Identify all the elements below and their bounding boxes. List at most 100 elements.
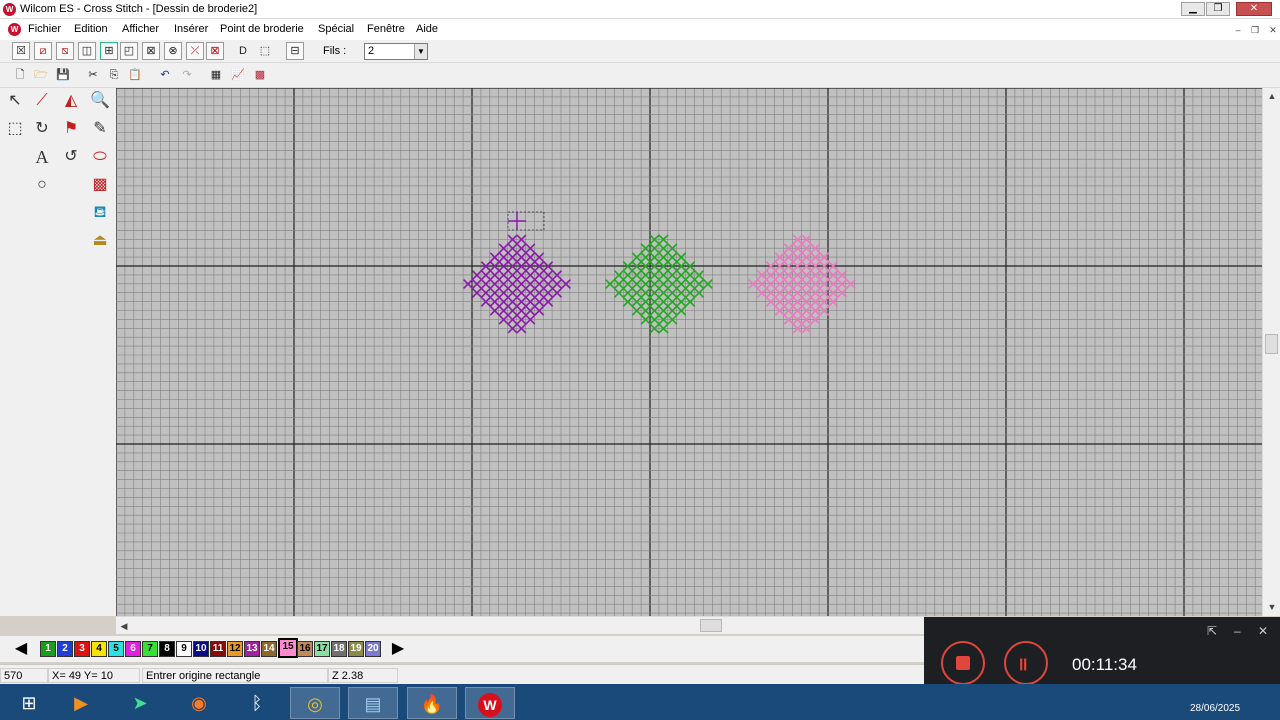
stop-record-button[interactable] — [941, 641, 985, 685]
quarter-stitch-c-icon[interactable]: ◰ — [120, 42, 138, 60]
color-swatch-1[interactable]: 1 — [40, 641, 56, 657]
color-swatch-4[interactable]: 4 — [91, 641, 107, 657]
menu-special[interactable]: Spécial — [318, 23, 354, 35]
palette-prev-icon[interactable]: ◀ — [10, 639, 32, 659]
color-swatch-5[interactable]: 5 — [108, 641, 124, 657]
new-file-icon[interactable]: 🗋 — [11, 66, 29, 84]
needle-icon[interactable]: ⟋ — [31, 90, 53, 112]
pause-record-button[interactable]: ॥ — [1004, 641, 1048, 685]
color-swatch-10[interactable]: 10 — [193, 641, 209, 657]
fils-select[interactable]: 2 ▼ — [364, 43, 428, 60]
scroll-down-arrow-icon[interactable]: ▼ — [1264, 599, 1280, 615]
stitch-grid[interactable] — [116, 88, 1262, 616]
color-swatch-14[interactable]: 14 — [261, 641, 277, 657]
text-tool-icon[interactable]: A — [31, 146, 53, 168]
undo-icon[interactable]: ↶ — [156, 66, 174, 84]
color-swatch-17[interactable]: 17 — [314, 641, 330, 657]
lasso-select-icon[interactable]: ⬚ — [4, 118, 26, 140]
half-cross-b-icon[interactable]: ⧅ — [56, 42, 74, 60]
window-minimize-button[interactable]: ▁ — [1181, 2, 1205, 16]
eraser-icon[interactable]: ⬭ — [89, 146, 111, 168]
paste-icon[interactable]: 📋 — [126, 66, 144, 84]
document-logo-icon[interactable]: W — [8, 23, 21, 36]
horizontal-scrollbar[interactable]: ◀ — [116, 616, 924, 634]
color-swatch-3[interactable]: 3 — [74, 641, 90, 657]
start-button-icon[interactable]: ⊞ — [4, 687, 54, 719]
file-explorer-icon[interactable]: ▤ — [348, 687, 398, 719]
grid-icon[interactable]: ▦ — [207, 66, 225, 84]
firefox-icon[interactable]: ◉ — [174, 687, 224, 719]
color-swatch-19[interactable]: 19 — [348, 641, 364, 657]
chrome-icon[interactable]: ◎ — [290, 687, 340, 719]
redo-icon[interactable]: ↷ — [178, 66, 196, 84]
backstitch-icon[interactable]: ⊠ — [206, 42, 224, 60]
loop-icon[interactable]: ↺ — [60, 146, 82, 168]
save-icon[interactable]: 💾 — [54, 66, 72, 84]
mdi-restore-button[interactable]: ❐ — [1248, 24, 1262, 36]
wilcom-app-icon[interactable]: W — [465, 687, 515, 719]
circle-tool-icon[interactable]: ○ — [31, 174, 53, 196]
palette-next-icon[interactable]: ▶ — [387, 639, 409, 659]
color-swatch-12[interactable]: 12 — [227, 641, 243, 657]
horizontal-scroll-thumb[interactable] — [700, 619, 722, 632]
full-cross-stitch-icon[interactable]: ☒ — [12, 42, 30, 60]
quarter-stitch-b-icon[interactable]: ⊞ — [100, 42, 118, 60]
mirror-icon[interactable]: ◭ — [60, 90, 82, 112]
color-swatch-9[interactable]: 9 — [176, 641, 192, 657]
rotate-icon[interactable]: ↻ — [31, 118, 53, 140]
three-quarter-stitch-icon[interactable]: ⊠ — [142, 42, 160, 60]
color-swatch-16[interactable]: 16 — [297, 641, 313, 657]
pencil-icon[interactable]: ✎ — [89, 118, 111, 140]
app-arrow-icon[interactable]: ➤ — [115, 687, 165, 719]
cut-icon[interactable]: ✂ — [84, 66, 102, 84]
half-cross-stitch-icon[interactable]: ⧄ — [34, 42, 52, 60]
window-maximize-button[interactable]: ❐ — [1206, 2, 1230, 16]
zoom-icon[interactable]: 🔍 — [89, 90, 111, 112]
quarter-stitch-icon[interactable]: ◫ — [78, 42, 96, 60]
three-quarter-b-icon[interactable]: ⊗ — [164, 42, 182, 60]
color-swatch-6[interactable]: 6 — [125, 641, 141, 657]
mdi-minimize-button[interactable]: – — [1231, 24, 1245, 36]
copy-icon[interactable]: ⎘ — [105, 66, 123, 84]
flag-icon[interactable]: ⚑ — [60, 118, 82, 140]
color-swatch-13[interactable]: 13 — [244, 641, 260, 657]
paint-bucket-icon[interactable]: ⛾ — [89, 202, 111, 224]
color-swatch-20[interactable]: 20 — [365, 641, 381, 657]
bead-icon[interactable]: ⬚ — [256, 42, 274, 60]
pattern-icon[interactable]: ▩ — [251, 66, 269, 84]
open-folder-icon[interactable]: 🗁 — [32, 66, 50, 84]
popout-icon[interactable]: ⇱ — [1207, 624, 1217, 638]
vertical-scrollbar[interactable]: ▲ ▼ — [1262, 88, 1280, 616]
color-swatch-2[interactable]: 2 — [57, 641, 73, 657]
chart-icon[interactable]: 📈 — [229, 66, 247, 84]
color-swatch-7[interactable]: 7 — [142, 641, 158, 657]
menu-aide[interactable]: Aide — [416, 23, 438, 35]
scroll-left-arrow-icon[interactable]: ◀ — [116, 618, 132, 634]
recorder-minimize-icon[interactable]: – — [1234, 624, 1241, 638]
select-arrow-icon[interactable]: ↖ — [4, 90, 26, 112]
recorder-close-icon[interactable]: ✕ — [1258, 624, 1268, 638]
color-swatch-15[interactable]: 15 — [278, 638, 298, 658]
bluetooth-icon[interactable]: ᛒ — [232, 687, 282, 719]
scroll-up-arrow-icon[interactable]: ▲ — [1264, 88, 1280, 104]
french-knot-icon[interactable]: D — [234, 42, 252, 60]
chevron-down-icon[interactable]: ▼ — [414, 44, 427, 59]
color-swatch-18[interactable]: 18 — [331, 641, 347, 657]
menu-inserer[interactable]: Insérer — [174, 23, 208, 35]
petite-stitch-icon[interactable]: ⤫ — [186, 42, 204, 60]
stamp-icon[interactable]: ⏏ — [89, 230, 111, 252]
outline-stitch-icon[interactable]: ⊟ — [286, 42, 304, 60]
color-swatch-8[interactable]: 8 — [159, 641, 175, 657]
menu-fenetre[interactable]: Fenêtre — [367, 23, 405, 35]
mdi-close-button[interactable]: ✕ — [1266, 24, 1280, 36]
design-canvas[interactable] — [116, 88, 1262, 616]
menu-edition[interactable]: Edition — [74, 23, 108, 35]
menu-fichier[interactable]: Fichier — [28, 23, 61, 35]
fill-pattern-icon[interactable]: ▩ — [89, 174, 111, 196]
color-swatch-11[interactable]: 11 — [210, 641, 226, 657]
media-player-icon[interactable]: ▶ — [56, 687, 106, 719]
fire-app-icon[interactable]: 🔥 — [407, 687, 457, 719]
window-close-button[interactable]: ✕ — [1236, 2, 1272, 16]
menu-afficher[interactable]: Afficher — [122, 23, 159, 35]
menu-point-de-broderie[interactable]: Point de broderie — [220, 23, 304, 35]
